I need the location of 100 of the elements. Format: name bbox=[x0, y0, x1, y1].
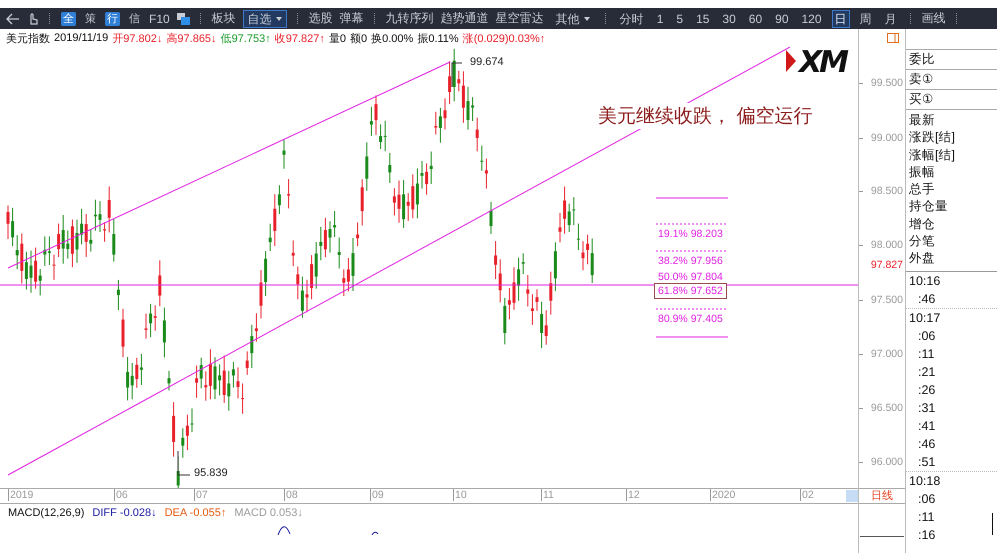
period-button[interactable]: 周 bbox=[856, 10, 875, 28]
y-axis-label: 98.000 bbox=[870, 239, 903, 251]
tick-seconds: :41 bbox=[917, 418, 936, 435]
leader-line bbox=[452, 62, 462, 88]
toolbar-dropdown[interactable]: 其他 bbox=[550, 10, 595, 28]
toolbar-item[interactable]: F10 bbox=[149, 12, 170, 26]
diff-value: DIFF -0.028↓ bbox=[92, 506, 157, 518]
panel-field-label: 振幅 bbox=[908, 164, 936, 181]
panel-field-label: 涨跌[结] bbox=[908, 129, 956, 146]
quote-field: 振0.11% bbox=[417, 30, 459, 46]
x-axis-label: 07 bbox=[194, 489, 208, 501]
tick-seconds: :06 bbox=[917, 328, 936, 345]
quote-field: 换0.00% bbox=[371, 30, 414, 46]
toolbar-item[interactable]: 趋势通道 bbox=[440, 10, 489, 27]
y-axis-label: 99.000 bbox=[870, 132, 903, 144]
quote-field: 收97.827↑ bbox=[274, 30, 325, 46]
period-button[interactable]: 日 bbox=[832, 10, 850, 28]
x-axis-label: 11 bbox=[541, 489, 554, 501]
period-button[interactable]: 120 bbox=[798, 10, 825, 28]
y-axis-label: 98.500 bbox=[870, 185, 903, 197]
x-axis-label: 2020 bbox=[710, 489, 736, 501]
toolbar-tab[interactable]: 全 bbox=[61, 12, 76, 26]
y-axis-label: 97.000 bbox=[870, 348, 903, 360]
period-button[interactable]: 15 bbox=[693, 10, 712, 28]
panel-row-label: 委比 bbox=[906, 50, 997, 70]
period-button[interactable]: 60 bbox=[746, 10, 766, 28]
x-axis-label: 10 bbox=[453, 489, 467, 501]
toolbar-separator bbox=[910, 13, 912, 24]
toolbar-separator bbox=[374, 13, 376, 24]
toolbar-dropdown[interactable]: 自选 bbox=[242, 10, 287, 28]
quote-field: 量0 bbox=[328, 30, 346, 46]
high-price-label: 99.674 bbox=[470, 56, 504, 68]
x-axis-label: 02 bbox=[800, 489, 814, 501]
toolbar-separator bbox=[49, 13, 51, 24]
scroll-thumb[interactable] bbox=[846, 490, 858, 502]
toolbar-separator bbox=[604, 13, 607, 24]
tick-seconds: :46 bbox=[917, 436, 936, 453]
quote-field: 高97.865↓ bbox=[166, 30, 217, 46]
tick-time: 10:17 bbox=[908, 310, 942, 327]
toolbar-item[interactable]: 选股 bbox=[308, 10, 333, 27]
tick-seconds: :46 bbox=[917, 290, 936, 308]
panel-field-label: 总手 bbox=[908, 181, 936, 198]
tick-seconds: :11 bbox=[917, 508, 936, 526]
toolbar-tab[interactable]: 策 bbox=[83, 12, 98, 26]
quote-field: 低97.753↑ bbox=[220, 30, 271, 46]
toolbar-separator bbox=[296, 13, 299, 24]
period-button[interactable]: 分时 bbox=[616, 10, 647, 28]
period-button[interactable]: 90 bbox=[772, 10, 792, 28]
fibonacci-level-label: 61.8% 97.652 bbox=[654, 283, 727, 299]
period-button[interactable]: 1 bbox=[654, 10, 666, 28]
chart-annotation: 美元继续收跌， 偏空运行 bbox=[598, 103, 812, 129]
toolbar-tab[interactable]: 行 bbox=[105, 12, 120, 26]
tick-time: 10:18 bbox=[908, 472, 942, 490]
quote-field: 开97.802↓ bbox=[112, 30, 162, 46]
last-price-label: 97.827 bbox=[870, 259, 903, 271]
indicator-title: MACD(12,26,9) bbox=[8, 506, 84, 518]
panel-field-label: 分笔 bbox=[908, 233, 936, 250]
windows-icon[interactable] bbox=[176, 12, 190, 24]
tick-seconds: :26 bbox=[917, 382, 936, 399]
tick-seconds: :31 bbox=[917, 400, 936, 417]
tick-time: 10:16 bbox=[908, 272, 942, 290]
logo: XM bbox=[786, 45, 846, 80]
macd-line-drawing bbox=[371, 530, 379, 535]
panel-field-label: 增仓 bbox=[908, 216, 936, 233]
panel-row-label: 卖① bbox=[906, 70, 997, 90]
tick-seconds: :16 bbox=[917, 526, 936, 544]
tick-seconds: :11 bbox=[917, 346, 936, 363]
x-axis-label: 09 bbox=[370, 489, 384, 501]
y-axis-label: 99.500 bbox=[870, 77, 903, 89]
low-price-label: 95.839 bbox=[194, 467, 228, 479]
x-axis-label: 08 bbox=[284, 489, 298, 501]
y-axis-label: 96.000 bbox=[870, 456, 903, 468]
window-icon[interactable] bbox=[887, 33, 899, 43]
toolbar-item[interactable]: 板块 bbox=[212, 10, 236, 27]
quote-field: 额0 bbox=[350, 30, 368, 46]
panel-row-label: 买① bbox=[906, 90, 997, 110]
period-label: 日线 bbox=[859, 488, 905, 504]
quote-field: 美元指数 bbox=[6, 30, 50, 46]
toolbar-separator bbox=[956, 13, 958, 24]
toolbar-item[interactable]: 星空雷达 bbox=[496, 10, 544, 27]
tick-seconds: :21 bbox=[917, 364, 936, 381]
y-axis-label: 96.500 bbox=[870, 402, 903, 414]
toolbar-item[interactable]: 弹幕 bbox=[340, 10, 364, 27]
period-button[interactable]: 30 bbox=[719, 10, 739, 28]
panel-field-label: 持仓量 bbox=[908, 198, 949, 216]
toolbar-item[interactable]: 九转序列 bbox=[386, 10, 434, 27]
toolbar-item[interactable]: 画线 bbox=[922, 10, 946, 27]
back-arrow-icon[interactable] bbox=[6, 12, 20, 24]
leader-line bbox=[178, 450, 190, 476]
tick-seconds: :06 bbox=[917, 490, 936, 508]
x-axis-label: 12 bbox=[626, 489, 640, 501]
period-button[interactable]: 月 bbox=[882, 10, 900, 28]
quote-field: 涨(0.029)0.03%↑ bbox=[462, 30, 546, 46]
caret-icon bbox=[584, 16, 590, 20]
toolbar-tab[interactable]: 信 bbox=[127, 12, 142, 26]
panel-field-label: 外盘 bbox=[908, 250, 936, 268]
x-axis-label: 2019 bbox=[8, 489, 34, 501]
dea-value: DEA -0.055↑ bbox=[164, 506, 226, 518]
quote-field: 2019/11/19 bbox=[54, 32, 108, 44]
period-button[interactable]: 5 bbox=[673, 10, 686, 28]
